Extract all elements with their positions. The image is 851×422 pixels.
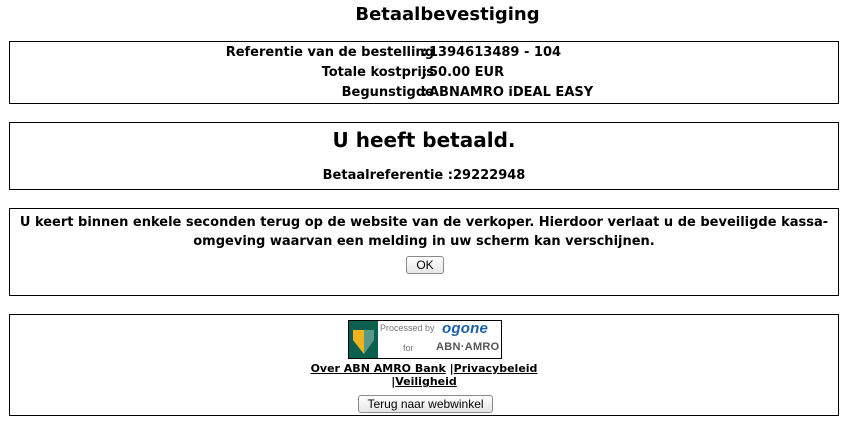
footer-box: Processed by ogone for ABN·AMRO Over ABN… — [9, 314, 839, 416]
logo-bank-text: ABN·AMRO — [436, 341, 500, 353]
payment-result-box: U heeft betaald. Betaalreferentie :29222… — [9, 122, 839, 190]
footer-links-row-2: |Veiligheid — [10, 375, 838, 389]
ok-button[interactable]: OK — [406, 256, 444, 274]
ogone-abn-amro-logo: Processed by ogone for ABN·AMRO — [348, 320, 502, 359]
abn-amro-shield-icon — [349, 321, 378, 358]
order-reference-separator: : — [422, 45, 428, 60]
privacy-policy-link[interactable]: Privacybeleid — [454, 362, 538, 375]
logo-brand-text: ogone — [442, 320, 488, 337]
payment-confirmation-page: Betaalbevestiging Referentie van de best… — [0, 0, 851, 422]
footer-links-row-1: Over ABN AMRO Bank |Privacybeleid — [10, 362, 838, 376]
payment-reference: Betaalreferentie :29222948 — [322, 168, 526, 183]
page-title: Betaalbevestiging — [355, 4, 540, 25]
logo-processed-by-text: Processed by — [380, 323, 435, 333]
back-to-webshop-button[interactable]: Terug naar webwinkel — [358, 395, 493, 413]
payment-status-heading: U heeft betaald. — [332, 128, 516, 152]
redirect-message: U keert binnen enkele seconden terug op … — [19, 215, 829, 249]
beneficiary-label: Begunstigde — [341, 85, 434, 100]
order-summary-box: Referentie van de bestelling : 139461348… — [9, 41, 839, 104]
order-reference-value: 1394613489 - 104 — [429, 45, 562, 60]
total-price-label: Totale kostprijs — [321, 65, 434, 80]
security-link[interactable]: Veiligheid — [395, 375, 457, 388]
beneficiary-value: ABNAMRO iDEAL EASY — [429, 85, 594, 100]
beneficiary-separator: : — [422, 85, 428, 100]
order-reference-label: Referentie van de bestelling — [225, 45, 434, 60]
about-abn-amro-link[interactable]: Over ABN AMRO Bank — [311, 362, 446, 375]
total-price-separator: : — [422, 65, 428, 80]
logo-for-text: for — [403, 343, 414, 353]
redirect-info-box: U keert binnen enkele seconden terug op … — [9, 208, 839, 296]
total-price-value: 50.00 EUR — [429, 65, 505, 80]
